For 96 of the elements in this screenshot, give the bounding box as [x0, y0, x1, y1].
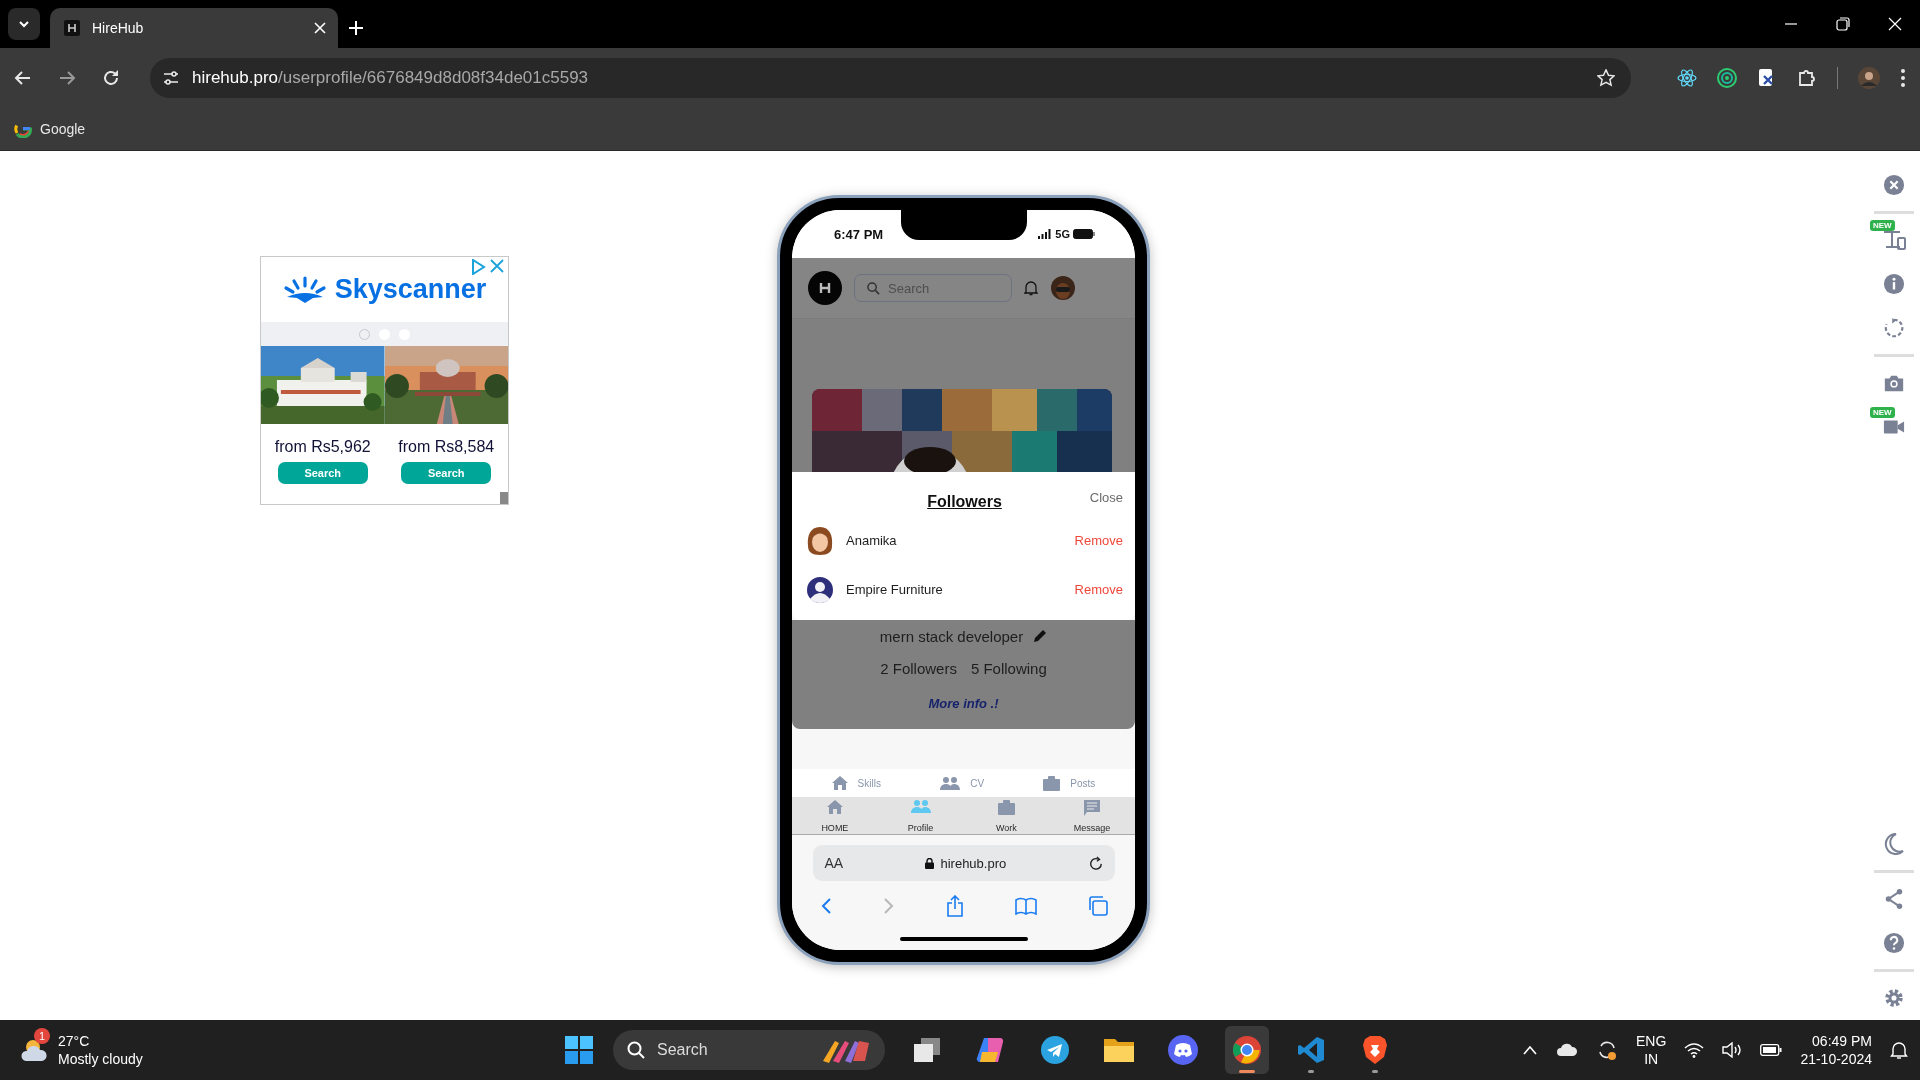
weather-text: Mostly cloudy [58, 1050, 143, 1068]
site-settings-icon[interactable] [162, 69, 180, 87]
camera-icon[interactable] [1883, 373, 1905, 393]
people-icon[interactable] [940, 776, 961, 790]
search-icon [627, 1041, 645, 1059]
bell-icon[interactable] [1024, 280, 1038, 296]
status-time: 6:47 PM [834, 226, 884, 242]
battery-icon[interactable] [1760, 1044, 1783, 1056]
wifi-icon[interactable] [1684, 1042, 1705, 1058]
follower-name: Empire Furniture [846, 582, 944, 597]
atom-icon[interactable] [1677, 68, 1697, 88]
windows-start-icon[interactable] [565, 1036, 593, 1064]
restore-icon[interactable] [1836, 17, 1850, 31]
devices-icon[interactable] [1881, 230, 1907, 250]
profile-headline: mern stack developer [879, 627, 1024, 645]
more-info-link[interactable]: More info .! [928, 696, 999, 711]
followers-count[interactable]: 2 Followers [880, 659, 957, 677]
reload-icon[interactable] [102, 69, 120, 87]
remove-button[interactable]: Remove [1074, 533, 1123, 548]
code-editor-icon[interactable] [1297, 1036, 1325, 1064]
bookmark-link[interactable]: Google [14, 120, 86, 138]
lock-icon [925, 857, 935, 869]
edit-icon[interactable] [1033, 629, 1048, 643]
settings-icon[interactable] [1883, 987, 1905, 1009]
help-icon[interactable] [1883, 932, 1905, 954]
new-badge: NEW [1870, 220, 1895, 231]
user-avatar[interactable] [1050, 275, 1076, 301]
advertisement-card[interactable]: Skyscanner from Rs5,962 Search from Rs8,584 Search [260, 256, 509, 505]
following-count[interactable]: 5 Following [970, 659, 1047, 677]
search-icon [867, 281, 880, 295]
nav-item[interactable]: HOME [804, 797, 865, 834]
taskbar-search-field[interactable]: Search [613, 1030, 885, 1070]
nav-item[interactable]: Message [1062, 797, 1123, 834]
cloud-icon[interactable] [1556, 1043, 1579, 1057]
book-icon[interactable] [1014, 897, 1037, 915]
follower-name: Anamika [846, 533, 898, 548]
url-text: hirehub.pro [940, 855, 1007, 871]
close-button[interactable]: Close [1089, 490, 1123, 505]
text-size-button[interactable]: AA [824, 855, 844, 871]
signal-icon [1038, 229, 1053, 239]
new-badge: NEW [1870, 407, 1895, 418]
tabs-icon[interactable] [1087, 896, 1108, 916]
avatar [806, 525, 834, 556]
rotate-icon[interactable] [1883, 317, 1905, 339]
app-logo[interactable] [808, 271, 842, 305]
avatar [806, 575, 834, 604]
network-label: 5G [1055, 228, 1070, 240]
address-bar[interactable]: hirehub.pro/userprofile/6676849d8d08f34de01c5593 [150, 58, 1631, 98]
target-icon[interactable] [1717, 68, 1737, 88]
address-bar[interactable]: AA hirehub.pro [812, 845, 1115, 881]
url-text: hirehub.pro/userprofile/6676849d8d08f34de01c5593 [192, 68, 590, 88]
site-logo-icon [64, 20, 80, 36]
ad-choices-icon[interactable] [470, 259, 486, 275]
briefcase-icon[interactable] [1043, 775, 1061, 791]
share-icon[interactable] [1883, 888, 1905, 910]
brand-name: Skyscanner [334, 274, 487, 305]
price-text: from Rs5,962 [274, 438, 371, 456]
profile-avatar-icon[interactable] [1858, 67, 1880, 89]
caret-icon [18, 18, 30, 30]
dialog-title: Followers [927, 493, 1002, 511]
notification-count: 1 [34, 1028, 50, 1044]
copilot-icon[interactable] [976, 1036, 1006, 1064]
browser-tab[interactable]: HireHub [50, 8, 338, 48]
lion-shield-icon[interactable] [1362, 1035, 1388, 1065]
info-icon[interactable] [1883, 273, 1905, 295]
home-icon[interactable] [831, 776, 848, 790]
nav-item[interactable]: Work [976, 797, 1037, 834]
price-text: from Rs8,584 [398, 438, 495, 456]
h-logo-icon [818, 281, 832, 295]
nav-item[interactable]: Profile [890, 797, 951, 834]
sync-icon[interactable] [1596, 1039, 1619, 1061]
sunrise-logo-icon [282, 275, 327, 304]
new-tab-icon[interactable] [348, 20, 364, 36]
clock[interactable]: 06:49 PM 21-10-2024 [1800, 1032, 1872, 1068]
paper-plane-icon[interactable] [1041, 1036, 1069, 1064]
back-icon[interactable] [14, 69, 32, 87]
language-indicator[interactable]: ENG IN [1636, 1032, 1667, 1068]
more-menu-icon[interactable] [1900, 68, 1906, 88]
share-icon[interactable] [945, 895, 964, 917]
moon-icon[interactable] [1884, 833, 1904, 855]
game-controller-icon[interactable] [1168, 1035, 1198, 1065]
windows-stack-icon[interactable] [913, 1037, 941, 1063]
chevron-up-icon[interactable] [1522, 1045, 1539, 1055]
folder-icon[interactable] [1103, 1037, 1135, 1063]
chrome-icon[interactable] [1232, 1035, 1262, 1065]
notification-bell-icon[interactable] [1890, 1041, 1908, 1059]
temperature-text: 27°C [58, 1032, 91, 1050]
speaker-icon[interactable] [1722, 1042, 1743, 1058]
remove-button[interactable]: Remove [1074, 582, 1123, 597]
forward-icon[interactable] [58, 69, 76, 87]
bookmark-star-icon[interactable] [1597, 69, 1615, 87]
battery-icon [1073, 229, 1095, 239]
video-camera-icon[interactable] [1883, 418, 1905, 436]
tab-list-button[interactable] [8, 8, 40, 40]
reload-icon[interactable] [1088, 856, 1103, 870]
puzzle-icon[interactable] [1797, 68, 1817, 88]
